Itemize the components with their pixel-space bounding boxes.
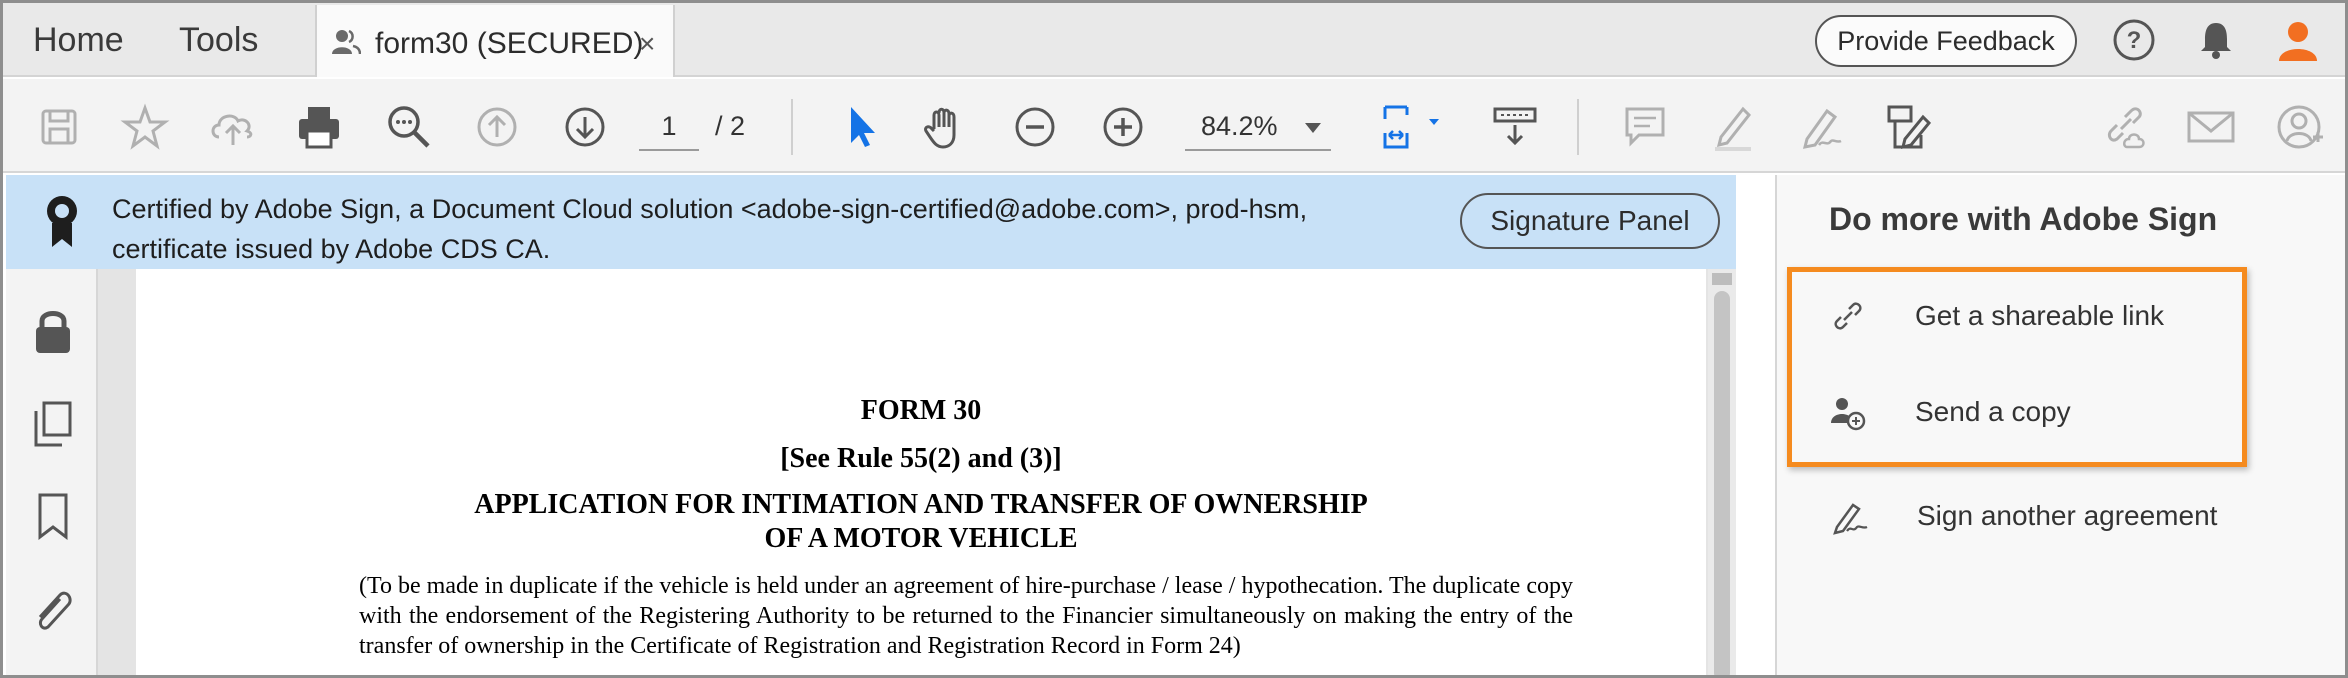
panel-heading: Do more with Adobe Sign <box>1829 201 2218 237</box>
app-window: Home Tools form30 (SECURED) × Provide Fe… <box>0 0 2348 678</box>
save-icon[interactable] <box>31 99 87 155</box>
document-tab-title: form30 (SECURED) <box>375 27 644 60</box>
bookmark-icon[interactable] <box>30 491 76 541</box>
page-up-icon[interactable] <box>469 99 525 155</box>
sign-another-agreement-item[interactable]: Sign another agreement <box>1829 487 2289 547</box>
send-a-copy-label: Send a copy <box>1915 396 2071 427</box>
tab-tools[interactable]: Tools <box>179 3 258 77</box>
document-viewport[interactable]: FORM 30 [See Rule 55(2) and (3)] APPLICA… <box>98 269 1736 675</box>
print-icon[interactable] <box>291 99 347 155</box>
get-shareable-link-item[interactable]: Get a shareable link <box>1829 287 2209 347</box>
edit-icon[interactable] <box>1881 99 1937 155</box>
vertical-scrollbar[interactable] <box>1708 269 1736 675</box>
select-arrow-icon[interactable] <box>833 99 889 155</box>
rule-reference: [See Rule 55(2) and (3)] <box>780 443 1062 474</box>
sign-pen-icon <box>1833 503 1868 535</box>
certified-ribbon-icon <box>47 196 77 247</box>
right-side-panel: Do more with Adobe Sign Get a shareable … <box>1775 175 2345 675</box>
zoom-dropdown-arrow-icon[interactable] <box>1305 123 1321 133</box>
send-a-copy-item[interactable]: Send a copy <box>1829 383 2209 443</box>
tab-bar: Home Tools form30 (SECURED) × Provide Fe… <box>3 3 2345 77</box>
comment-icon[interactable] <box>1617 99 1673 155</box>
left-navigation-rail <box>6 269 98 675</box>
provide-feedback-button[interactable]: Provide Feedback <box>1815 15 2077 67</box>
user-avatar-icon[interactable] <box>2275 17 2321 63</box>
page-number-input[interactable]: 1 <box>639 101 699 151</box>
certification-banner: Certified by Adobe Sign, a Document Clou… <box>6 175 1736 269</box>
highlight-icon[interactable] <box>1705 99 1761 155</box>
application-title-line2: OF A MOTOR VEHICLE <box>764 523 1078 554</box>
tab-home[interactable]: Home <box>33 3 124 77</box>
fill-sign-icon[interactable] <box>1793 99 1849 155</box>
form-title: FORM 30 <box>860 395 982 426</box>
search-icon[interactable] <box>381 99 437 155</box>
zoom-out-icon[interactable] <box>1007 99 1063 155</box>
hand-tool-icon[interactable] <box>917 99 973 155</box>
send-user-icon <box>1831 398 1866 431</box>
page-down-icon[interactable] <box>557 99 613 155</box>
page-total: / 2 <box>715 111 746 141</box>
shared-users-icon <box>332 29 361 55</box>
toolbar-divider <box>1577 99 1579 155</box>
zoom-in-icon[interactable] <box>1095 99 1151 155</box>
add-user-icon[interactable] <box>2271 99 2327 155</box>
document-tab[interactable]: form30 (SECURED) × <box>315 5 675 77</box>
application-title-line1: APPLICATION FOR INTIMATION AND TRANSFER … <box>474 489 1368 520</box>
upload-cloud-icon[interactable] <box>205 99 261 155</box>
scrollbar-cap[interactable] <box>1712 273 1732 285</box>
fit-page-icon[interactable] <box>1377 99 1447 155</box>
sign-another-agreement-label: Sign another agreement <box>1917 500 2218 531</box>
pdf-page: FORM 30 [See Rule 55(2) and (3)] APPLICA… <box>136 269 1706 675</box>
help-icon[interactable]: ? <box>2111 17 2157 63</box>
toolbar-divider <box>791 99 793 155</box>
signature-panel-button[interactable]: Signature Panel <box>1460 193 1720 249</box>
close-tab-icon[interactable]: × <box>639 5 655 83</box>
email-icon[interactable] <box>2183 99 2239 155</box>
certification-text-line1: Certified by Adobe Sign, a Document Clou… <box>112 194 1308 224</box>
application-note: (To be made in duplicate if the vehicle … <box>359 573 1573 659</box>
scroll-mode-icon[interactable] <box>1487 99 1543 155</box>
pages-icon[interactable] <box>30 399 76 449</box>
get-shareable-link-label: Get a shareable link <box>1915 300 2165 331</box>
link-icon[interactable] <box>2097 99 2153 155</box>
svg-text:?: ? <box>2127 27 2142 54</box>
scrollbar-thumb[interactable] <box>1714 291 1730 675</box>
bookmark-star-icon[interactable] <box>117 99 173 155</box>
certification-text: Certified by Adobe Sign, a Document Clou… <box>112 189 1412 269</box>
link-icon <box>1834 302 1862 330</box>
certification-text-line2: certificate issued by Adobe CDS CA. <box>112 234 551 264</box>
lock-icon[interactable] <box>30 307 76 357</box>
toolbar: 1 / 2 84.2% <box>3 79 2345 173</box>
attachment-icon[interactable] <box>30 585 76 635</box>
notification-bell-icon[interactable] <box>2193 17 2239 63</box>
